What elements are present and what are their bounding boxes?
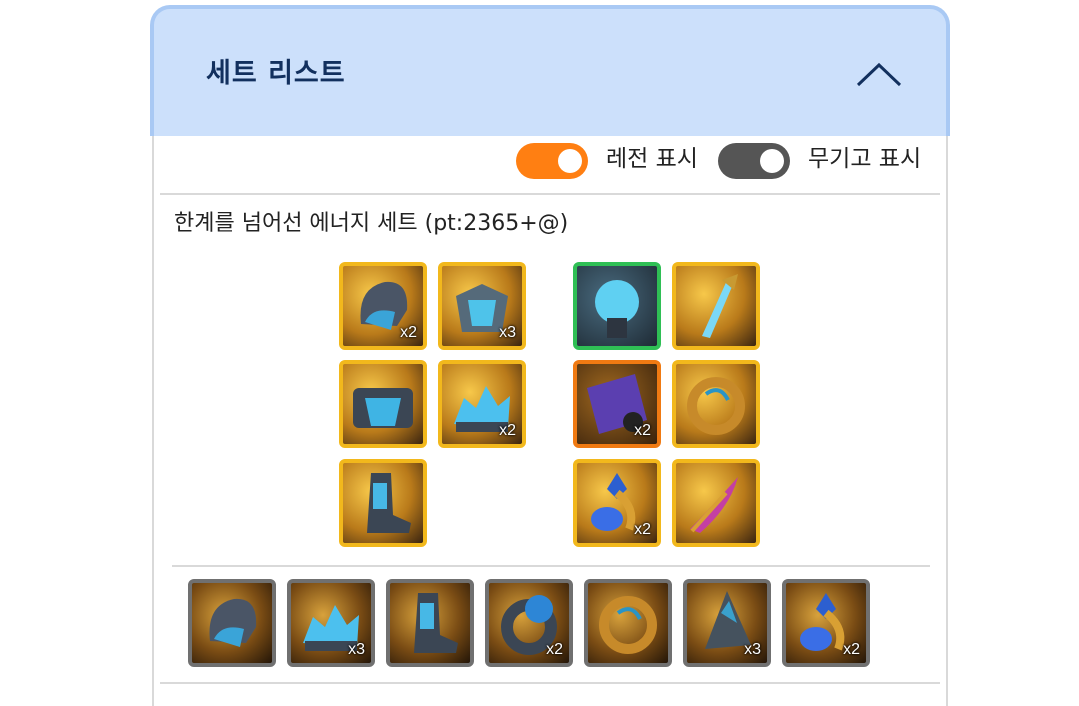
item-count-badge: x2: [499, 422, 516, 439]
sword-icon: [702, 274, 738, 338]
item-slot[interactable]: [188, 579, 276, 667]
set-title: 한계를 넘어선 에너지 세트 (pt:2365+@): [174, 211, 569, 236]
chevron-up-icon[interactable]: [854, 59, 904, 89]
shoulder-armor-icon: [353, 388, 413, 428]
toggle-knob: [760, 149, 784, 173]
item-slot[interactable]: x3: [683, 579, 771, 667]
divider: [160, 682, 940, 684]
item-slot[interactable]: x2: [438, 360, 526, 448]
item-slot[interactable]: x2: [339, 262, 427, 350]
item-slot[interactable]: [339, 360, 427, 448]
energy-orb-icon: [595, 280, 639, 338]
toggle-knob: [558, 149, 582, 173]
gold-ring-icon: [687, 377, 745, 435]
item-slot[interactable]: [386, 579, 474, 667]
weapon-only-toggle[interactable]: [718, 143, 790, 179]
toggle-row: 레전 표시 무기고 표시: [160, 137, 940, 195]
item-slot[interactable]: [672, 360, 760, 448]
item-slot[interactable]: [672, 459, 760, 547]
item-slot[interactable]: x3: [287, 579, 375, 667]
boots-icon: [367, 473, 411, 533]
item-count-badge: x2: [400, 324, 417, 341]
item-slot[interactable]: [573, 262, 661, 350]
item-count-badge: x2: [546, 641, 563, 658]
item-count-badge: x2: [843, 641, 860, 658]
gold-ring-icon: [599, 596, 657, 654]
divider: [172, 565, 930, 567]
set-list-title: 세트 리스트: [206, 58, 346, 89]
item-slot[interactable]: x3: [438, 262, 526, 350]
item-count-badge: x2: [634, 422, 651, 439]
item-count-badge: x3: [348, 641, 365, 658]
weapon-only-toggle-label: 무기고 표시: [808, 146, 922, 172]
item-slot[interactable]: [584, 579, 672, 667]
item-count-badge: x3: [499, 324, 516, 341]
item-slot[interactable]: x2: [573, 459, 661, 547]
item-slot[interactable]: x2: [485, 579, 573, 667]
item-count-badge: x2: [634, 521, 651, 538]
legend-toggle[interactable]: [516, 143, 588, 179]
item-count-badge: x3: [744, 641, 761, 658]
item-slot[interactable]: x2: [782, 579, 870, 667]
boots-icon: [414, 593, 458, 653]
legend-toggle-label: 레전 표시: [606, 146, 698, 172]
set-list-header[interactable]: 세트 리스트: [150, 5, 950, 136]
item-slot[interactable]: [672, 262, 760, 350]
helmet-icon: [209, 598, 257, 647]
item-slot[interactable]: x2: [573, 360, 661, 448]
item-slot[interactable]: [339, 459, 427, 547]
pink-feather-icon: [690, 477, 738, 533]
